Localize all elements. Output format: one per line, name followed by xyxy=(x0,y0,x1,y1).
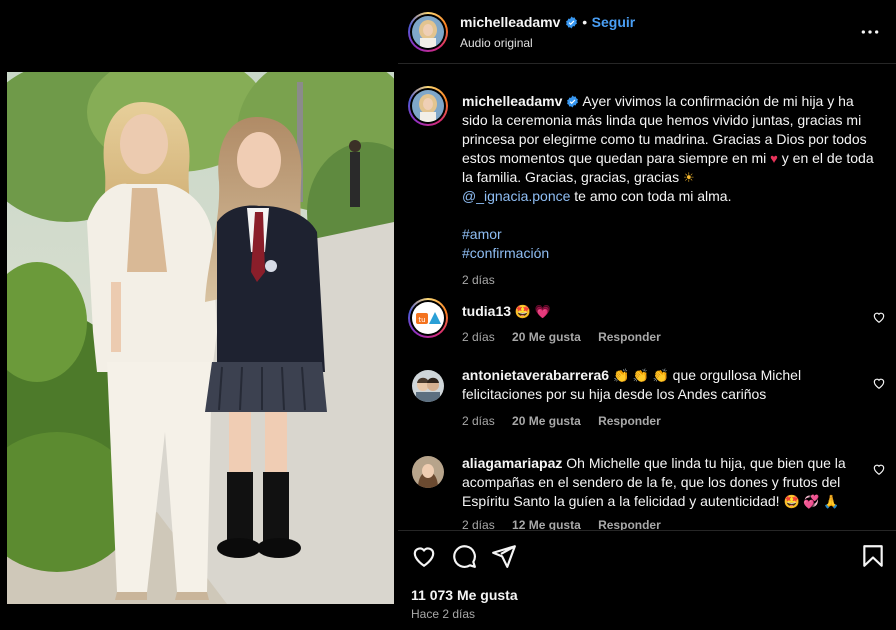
comment-avatar[interactable]: tu xyxy=(408,298,448,338)
author-username[interactable]: michelleadamv xyxy=(460,14,560,30)
comment-username[interactable]: antonietaverabarrera6 xyxy=(462,367,609,383)
author-avatar[interactable] xyxy=(408,12,448,52)
verified-badge-icon xyxy=(565,16,577,29)
sun-emoji-icon: ☀ xyxy=(682,170,695,185)
post-photo[interactable] xyxy=(7,72,394,604)
comments-section[interactable]: michelleadamv Ayer vivimos la confirmaci… xyxy=(398,76,896,531)
heart-emoji-icon: ♥ xyxy=(770,151,778,166)
more-options-icon[interactable] xyxy=(860,22,880,42)
like-comment-heart-icon[interactable] xyxy=(872,462,886,476)
like-heart-icon[interactable] xyxy=(411,543,437,569)
post-panel: michelleadamv • Seguir Audio original mi… xyxy=(398,0,896,630)
comment-likes[interactable]: 20 Me gusta xyxy=(512,330,581,344)
caption-text-3: te amo con toda mi alma. xyxy=(574,188,732,204)
comment-time: 2 días xyxy=(462,414,495,428)
comment-likes[interactable]: 20 Me gusta xyxy=(512,414,581,428)
avatar-image xyxy=(412,370,444,402)
reply-button[interactable]: Responder xyxy=(598,414,661,428)
hashtag-confirmacion[interactable]: #confirmación xyxy=(462,245,549,261)
post-header: michelleadamv • Seguir Audio original xyxy=(398,0,896,64)
comment-avatar[interactable] xyxy=(412,456,444,488)
caption-time: 2 días xyxy=(462,273,495,287)
save-bookmark-icon[interactable] xyxy=(860,543,886,569)
post-timestamp: Hace 2 días xyxy=(411,607,476,621)
caption-username[interactable]: michelleadamv xyxy=(462,93,562,109)
post-actions: 11 073 Me gusta Hace 2 días xyxy=(398,530,896,630)
avatar-image xyxy=(412,456,444,488)
caption-avatar[interactable] xyxy=(408,86,448,126)
audio-label[interactable]: Audio original xyxy=(460,36,533,50)
comment-time: 2 días xyxy=(462,330,495,344)
mention-link[interactable]: @_ignacia.ponce xyxy=(462,188,570,204)
verified-badge-icon xyxy=(567,95,579,108)
comment-emojis: 🤩 💗 xyxy=(514,304,551,319)
reply-button[interactable]: Responder xyxy=(598,330,661,344)
comment-username[interactable]: tudia13 xyxy=(462,303,511,319)
avatar-image xyxy=(412,90,444,122)
avatar-image xyxy=(412,16,444,48)
comment-bubble-icon[interactable] xyxy=(451,543,477,569)
comment-username[interactable]: aliagamariapaz xyxy=(462,455,562,471)
comment-avatar[interactable] xyxy=(412,370,444,402)
like-comment-heart-icon[interactable] xyxy=(872,310,886,324)
avatar-image: tu xyxy=(412,302,444,334)
separator-dot: • xyxy=(582,14,588,30)
comment-emojis: 👏 👏 👏 xyxy=(612,368,669,383)
share-send-icon[interactable] xyxy=(491,543,517,569)
photo-illustration xyxy=(7,72,394,604)
follow-button[interactable]: Seguir xyxy=(592,14,636,30)
like-comment-heart-icon[interactable] xyxy=(872,376,886,390)
hashtag-amor[interactable]: #amor xyxy=(462,226,502,242)
comment-emojis: 🤩 💞 🙏 xyxy=(783,494,840,509)
likes-count[interactable]: 11 073 Me gusta xyxy=(411,587,518,603)
post-media xyxy=(0,0,398,630)
svg-text:tu: tu xyxy=(418,316,425,324)
